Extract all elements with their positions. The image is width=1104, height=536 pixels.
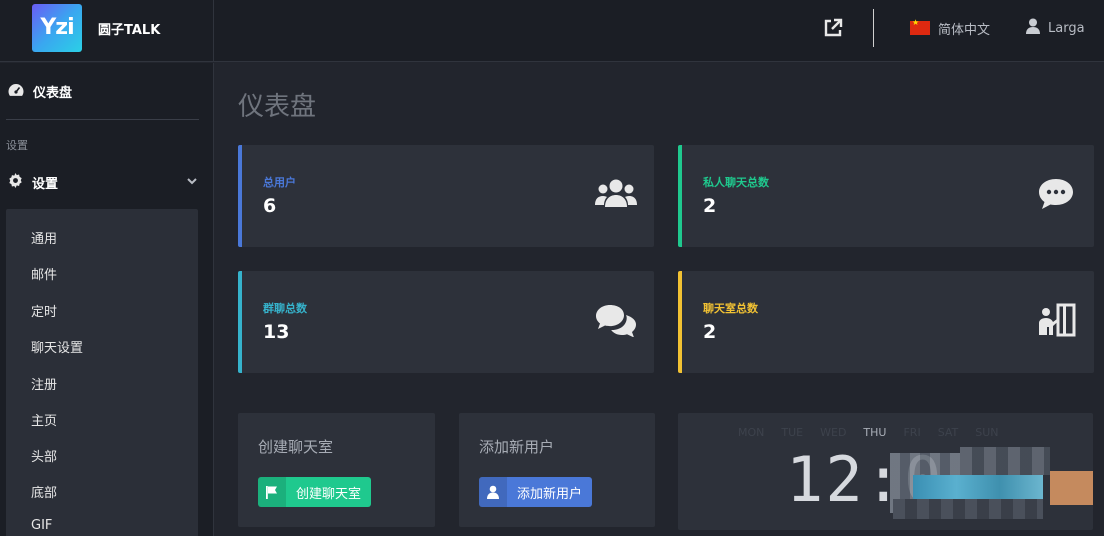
comments-icon bbox=[594, 303, 638, 338]
dashboard-icon bbox=[8, 83, 24, 101]
user-menu[interactable]: Larga bbox=[1026, 17, 1085, 39]
stat-value: 13 bbox=[263, 321, 290, 343]
weekday-label: SAT bbox=[937, 426, 959, 439]
sidebar-item-footer[interactable]: 底部 bbox=[31, 482, 57, 501]
language-label: 简体中文 bbox=[938, 22, 991, 38]
add-user-card: 添加新用户 添加新用户 bbox=[459, 413, 655, 527]
weekday-label: SUN bbox=[975, 426, 999, 439]
stat-value: 2 bbox=[703, 195, 717, 217]
clock-widget: MON TUE WED THU FRI SAT SUN 12:0 bbox=[678, 413, 1093, 530]
weekday-label: TUE bbox=[781, 426, 804, 439]
sidebar-item-header[interactable]: 头部 bbox=[31, 446, 57, 465]
top-bar: Yzi 圆子TALK 简体中文 Larga bbox=[0, 0, 1104, 62]
logo[interactable]: Yzi bbox=[32, 4, 82, 52]
users-icon bbox=[594, 177, 638, 211]
sidebar-item-email[interactable]: 邮件 bbox=[31, 264, 57, 283]
sidebar-item-homepage[interactable]: 主页 bbox=[31, 410, 57, 429]
button-label: 添加新用户 bbox=[517, 486, 583, 502]
sidebar-item-gif[interactable]: GIF bbox=[31, 518, 52, 533]
blurred-region bbox=[960, 447, 1050, 475]
chevron-down-icon bbox=[186, 175, 198, 191]
brand-name: 圆子TALK bbox=[98, 23, 161, 38]
stat-label: 私人聊天总数 bbox=[703, 176, 769, 189]
stat-label: 聊天室总数 bbox=[703, 302, 758, 315]
blurred-region bbox=[913, 475, 1043, 499]
chatroom-icon bbox=[1034, 303, 1078, 337]
weekday-label: MON bbox=[738, 426, 765, 439]
user-add-icon bbox=[479, 477, 507, 507]
sidebar-item-dashboard[interactable]: 仪表盘 bbox=[8, 82, 72, 101]
page-title: 仪表盘 bbox=[238, 92, 317, 122]
card-label: 添加新用户 bbox=[479, 438, 555, 456]
sidebar-item-label: 仪表盘 bbox=[33, 86, 73, 101]
username: Larga bbox=[1048, 20, 1085, 36]
create-chatroom-button[interactable]: 创建聊天室 bbox=[258, 477, 372, 507]
brand[interactable]: Yzi 圆子TALK bbox=[0, 0, 214, 62]
user-icon bbox=[1026, 18, 1040, 38]
external-link-icon[interactable] bbox=[822, 17, 844, 39]
stat-card-group-chats: 群聊总数 13 bbox=[238, 271, 654, 373]
stat-label: 总用户 bbox=[263, 176, 296, 189]
weekday-label: THU bbox=[863, 426, 887, 439]
sidebar: 仪表盘 设置 设置 通用 邮件 定时 聊天设置 注册 主页 头部 底部 GIF bbox=[0, 63, 214, 536]
stat-card-chatrooms: 聊天室总数 2 bbox=[678, 271, 1094, 373]
language-selector[interactable]: 简体中文 bbox=[910, 17, 990, 39]
sidebar-item-registration[interactable]: 注册 bbox=[31, 374, 57, 393]
create-chatroom-card: 创建聊天室 创建聊天室 bbox=[238, 413, 435, 527]
stat-card-total-users: 总用户 6 bbox=[238, 145, 654, 247]
stat-value: 2 bbox=[703, 321, 717, 343]
stat-label: 群聊总数 bbox=[263, 302, 307, 315]
stat-card-private-chats: 私人聊天总数 2 bbox=[678, 145, 1094, 247]
china-flag-icon bbox=[910, 18, 930, 35]
blurred-region bbox=[893, 499, 1043, 519]
weekday-label: FRI bbox=[903, 426, 921, 439]
gear-icon bbox=[8, 173, 23, 192]
sidebar-item-chat-settings[interactable]: 聊天设置 bbox=[31, 337, 83, 356]
settings-submenu: 通用 邮件 定时 聊天设置 注册 主页 头部 底部 GIF bbox=[6, 209, 198, 536]
sidebar-item-general[interactable]: 通用 bbox=[31, 228, 57, 247]
sidebar-item-label: 设置 bbox=[32, 177, 59, 192]
blurred-region bbox=[1050, 471, 1093, 505]
button-label: 创建聊天室 bbox=[296, 486, 362, 502]
flag-icon bbox=[258, 477, 286, 507]
card-label: 创建聊天室 bbox=[258, 438, 334, 456]
add-user-button[interactable]: 添加新用户 bbox=[479, 477, 593, 507]
header-divider bbox=[873, 9, 874, 47]
sidebar-item-settings[interactable]: 设置 bbox=[8, 173, 198, 192]
sidebar-divider bbox=[6, 119, 199, 120]
sidebar-item-cron[interactable]: 定时 bbox=[31, 301, 57, 320]
weekday-label: WED bbox=[820, 426, 847, 439]
sidebar-section-label: 设置 bbox=[6, 139, 28, 152]
stat-value: 6 bbox=[263, 195, 277, 217]
weekday-row: MON TUE WED THU FRI SAT SUN bbox=[738, 426, 999, 439]
chat-bubble-icon bbox=[1034, 177, 1078, 211]
